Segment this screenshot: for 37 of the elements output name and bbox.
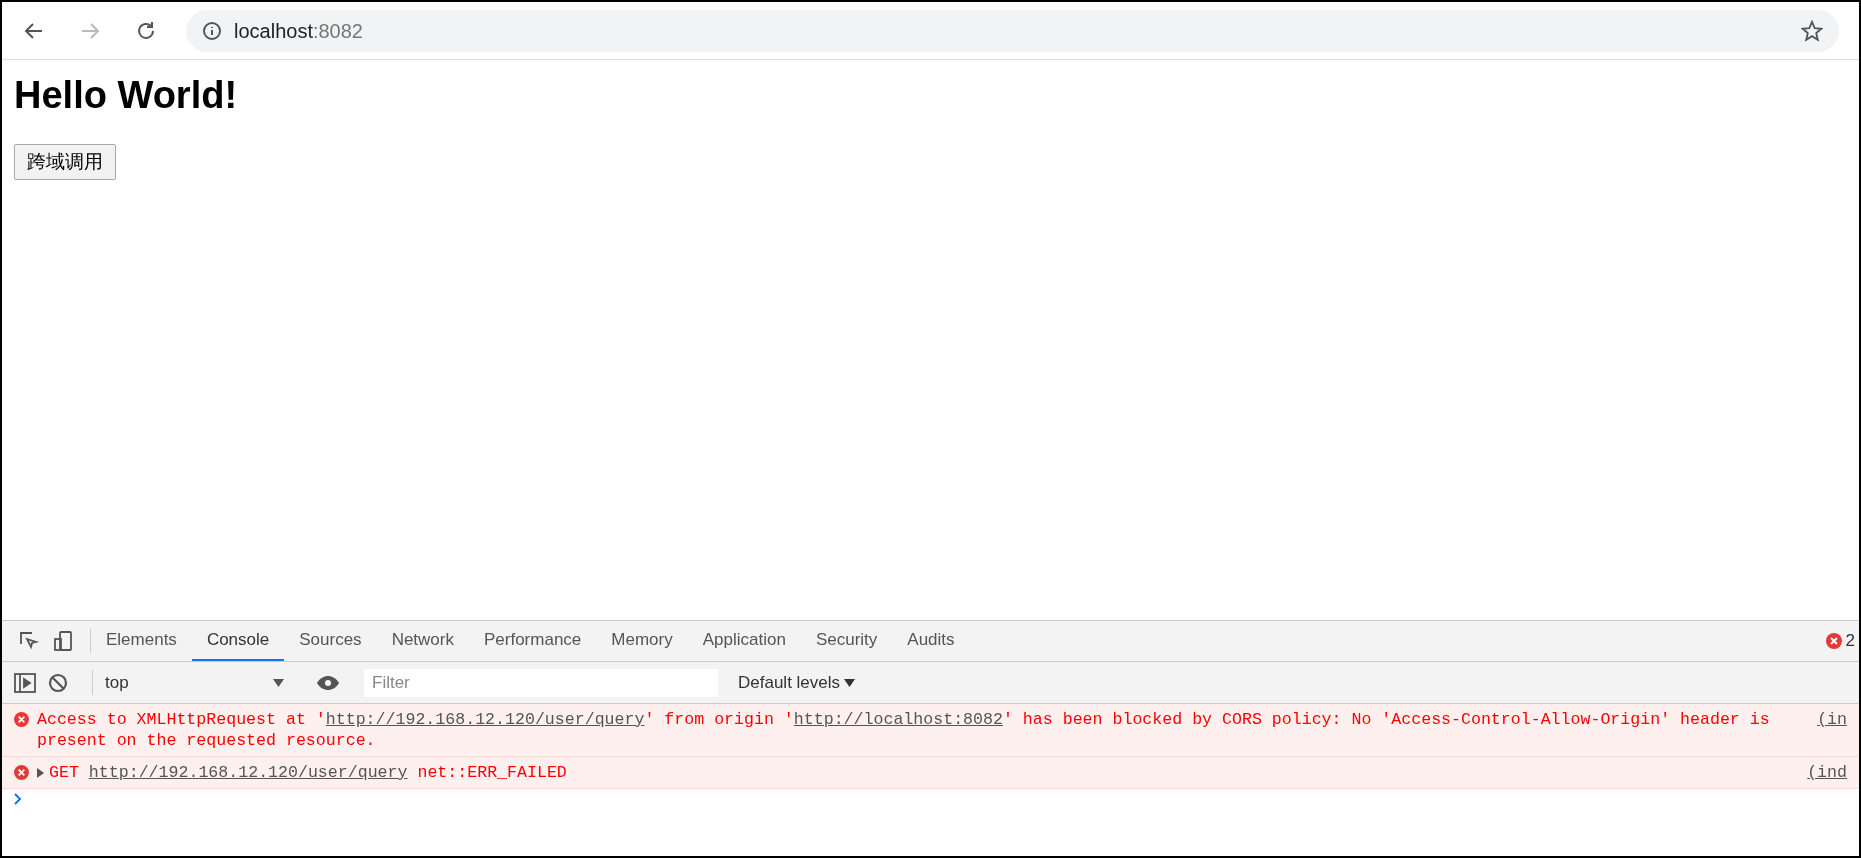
cross-origin-button[interactable]: 跨域调用: [14, 143, 116, 180]
filter-input[interactable]: Filter: [364, 668, 718, 697]
url-link[interactable]: http://192.168.12.120/user/query: [325, 710, 645, 729]
info-icon[interactable]: [202, 20, 222, 41]
url-host: localhost:8082: [234, 18, 363, 44]
url-link[interactable]: http://localhost:8082: [793, 710, 1003, 729]
devtools-tab[interactable]: Security: [800, 621, 893, 661]
error-icon: [1825, 633, 1842, 649]
devtools-tab[interactable]: Elements: [91, 621, 192, 661]
url-link[interactable]: http://192.168.12.120/user/query: [88, 763, 408, 782]
devtools-tab[interactable]: Memory: [596, 621, 688, 661]
message-text: Access to XMLHttpRequest at 'http://192.168.12.120/user/query' from origin 'http://localhost:8082' has been blocked by CORS policy: No 'Access-Control-Allow-Origin' header is present on the requested resource.: [37, 709, 1771, 751]
devtools-tab[interactable]: Sources: [284, 621, 377, 661]
levels-dropdown[interactable]: Default levels: [738, 669, 856, 696]
star-icon[interactable]: [1801, 19, 1823, 42]
source-link[interactable]: (in: [1817, 709, 1847, 730]
message-text: GET http://192.168.12.120/user/query net::ERR_FAILED: [49, 762, 567, 783]
devtools-tab[interactable]: Audits: [892, 621, 970, 661]
error-icon: [14, 765, 29, 780]
clear-console-icon[interactable]: [48, 672, 68, 693]
context-select[interactable]: top: [92, 669, 292, 696]
page-heading: Hello World!: [14, 73, 239, 118]
prompt-chevron-icon[interactable]: [14, 793, 22, 805]
source-link[interactable]: (ind: [1807, 762, 1847, 783]
eye-icon[interactable]: [316, 674, 340, 691]
dropdown-caret-icon: [273, 678, 284, 687]
devtools-tab[interactable]: Performance: [469, 621, 597, 661]
devtools-tab[interactable]: Application: [687, 621, 801, 661]
dropdown-caret-icon: [844, 678, 856, 687]
devtools-tab[interactable]: Network: [376, 621, 469, 661]
device-toggle-icon[interactable]: [52, 630, 74, 652]
address-bar[interactable]: localhost:8082: [186, 9, 1839, 52]
sidebar-toggle-icon[interactable]: [14, 672, 36, 693]
inspect-cursor-icon[interactable]: [18, 630, 40, 652]
expand-triangle-icon[interactable]: [37, 768, 44, 778]
error-icon: [14, 712, 29, 727]
error-count[interactable]: 2: [1845, 628, 1855, 654]
